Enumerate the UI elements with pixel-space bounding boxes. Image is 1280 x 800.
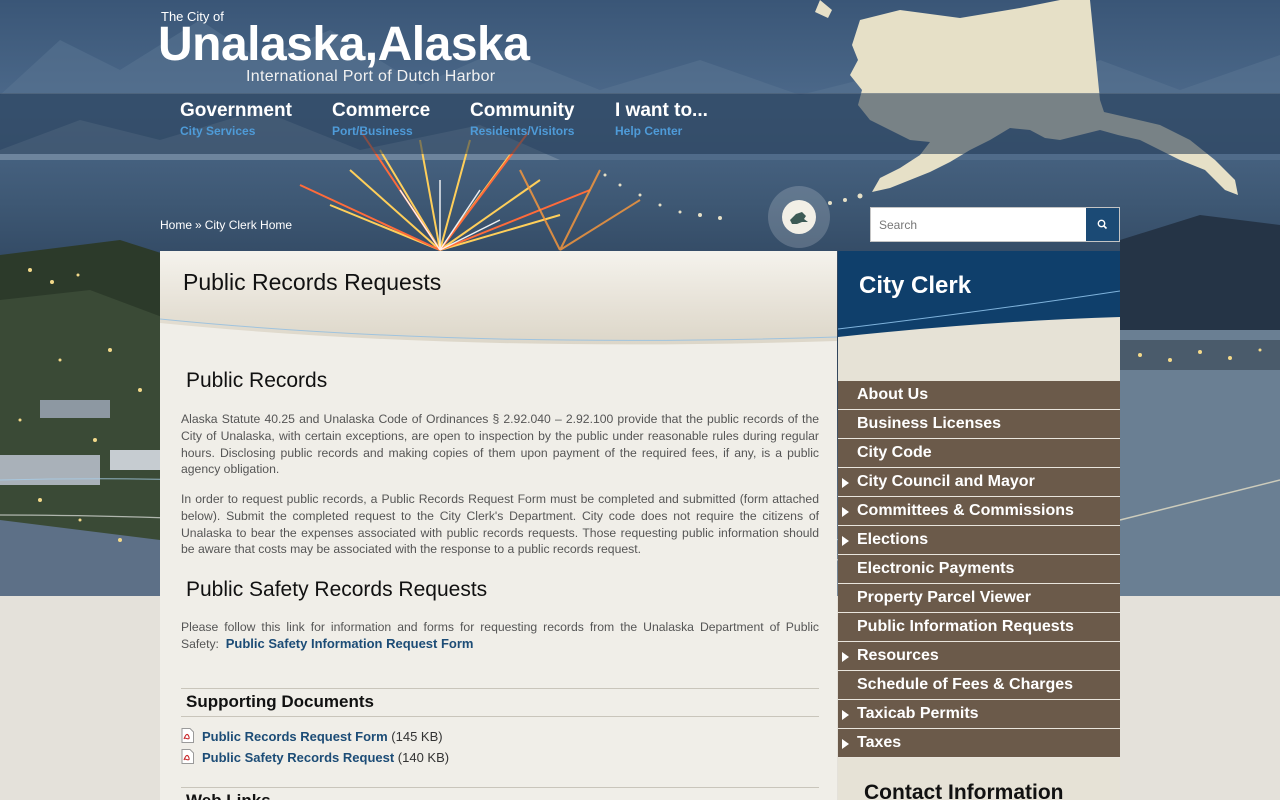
sidebar-item-label: City Code: [857, 444, 932, 461]
sidebar-item-label: Business Licenses: [857, 415, 1002, 432]
header-swoosh: [160, 318, 837, 345]
document-size: (145 KB): [391, 729, 443, 744]
breadcrumb-current-link[interactable]: City Clerk Home: [205, 218, 292, 232]
public-safety-paragraph: Please follow this link for information …: [181, 619, 819, 653]
web-links-title: Web Links: [186, 791, 271, 800]
sidebar-item-resources[interactable]: Resources: [838, 642, 1120, 671]
sidebar-item-about-us[interactable]: About Us: [838, 381, 1120, 410]
nav-sublabel: Residents/Visitors: [470, 124, 575, 138]
nav-label: Community: [470, 100, 575, 121]
sidebar-item-business-licenses[interactable]: Business Licenses: [838, 410, 1120, 439]
supporting-documents-title: Supporting Documents: [186, 692, 374, 711]
nav-label: I want to...: [615, 100, 708, 121]
divider: [181, 716, 819, 717]
main-content: Public Records Requests Public Records A…: [160, 251, 837, 800]
expand-arrow-icon[interactable]: [842, 478, 849, 488]
nav-sublabel: City Services: [180, 124, 256, 138]
divider: [181, 787, 819, 788]
page-header: Public Records Requests: [160, 251, 837, 345]
document-link[interactable]: Public Safety Records Request: [202, 750, 394, 765]
document-row: Public Safety Records Request (140 KB): [181, 749, 449, 765]
nav-i-want-to[interactable]: I want to... Help Center: [615, 100, 708, 138]
sidebar-item-label: Taxicab Permits: [857, 705, 979, 722]
nav-label: Commerce: [332, 100, 431, 121]
section-title-public-records: Public Records: [186, 369, 328, 392]
expand-arrow-icon[interactable]: [842, 739, 849, 749]
sidebar-item-taxes[interactable]: Taxes: [838, 729, 1120, 758]
alaska-map-icon: [782, 200, 816, 234]
sidebar-item-city-code[interactable]: City Code: [838, 439, 1120, 468]
public-records-paragraph-2: In order to request public records, a Pu…: [181, 492, 819, 557]
expand-arrow-icon[interactable]: [842, 536, 849, 546]
breadcrumb: Home» City Clerk Home: [160, 218, 292, 232]
document-link[interactable]: Public Records Request Form: [202, 729, 388, 744]
sidebar-item-label: Property Parcel Viewer: [857, 589, 1032, 606]
expand-arrow-icon[interactable]: [842, 652, 849, 662]
nav-sublabel: Help Center: [615, 124, 683, 138]
sidebar-header: City Clerk: [838, 251, 1120, 381]
breadcrumb-separator: »: [195, 218, 202, 232]
public-records-paragraph-1: Alaska Statute 40.25 and Unalaska Code o…: [181, 412, 819, 477]
sidebar-item-label: Public Information Requests: [857, 618, 1074, 635]
section-title-public-safety: Public Safety Records Requests: [186, 578, 488, 601]
pdf-icon: [181, 749, 194, 764]
contact-information-title: Contact Information: [864, 781, 1064, 800]
sidebar-title: City Clerk: [859, 272, 972, 299]
sidebar: City Clerk About Us Business Licenses City…: [838, 251, 1120, 800]
sidebar-item-label: City Council and Mayor: [857, 473, 1035, 490]
nav-commerce[interactable]: Commerce Port/Business: [332, 100, 430, 138]
document-row: Public Records Request Form (145 KB): [181, 728, 443, 744]
site-tagline: International Port of Dutch Harbor: [246, 68, 496, 85]
nav-community[interactable]: Community Residents/Visitors: [470, 100, 575, 138]
search-form: [870, 207, 1120, 242]
sidebar-item-public-information-requests[interactable]: Public Information Requests: [838, 613, 1120, 642]
site-logo-title[interactable]: Unalaska,Alaska: [158, 17, 530, 72]
expand-arrow-icon[interactable]: [842, 507, 849, 517]
nav-sublabel: Port/Business: [332, 124, 413, 138]
sidebar-item-label: Committees & Commissions: [857, 502, 1074, 519]
breadcrumb-home-link[interactable]: Home: [160, 218, 192, 232]
page-title: Public Records Requests: [183, 269, 442, 295]
document-size: (140 KB): [397, 750, 450, 765]
sidebar-item-label: Resources: [857, 647, 939, 664]
sidebar-item-label: About Us: [857, 386, 929, 403]
sidebar-item-label: Elections: [857, 531, 929, 548]
sidebar-item-label: Taxes: [857, 734, 902, 751]
search-icon: [1097, 219, 1108, 230]
nav-label: Government: [180, 100, 292, 121]
sidebar-item-schedule-of-fees-charges[interactable]: Schedule of Fees & Charges: [838, 671, 1120, 700]
public-safety-form-link[interactable]: Public Safety Information Request Form: [226, 636, 474, 651]
sidebar-header-swoosh: [838, 251, 1120, 381]
expand-arrow-icon[interactable]: [842, 710, 849, 720]
sidebar-item-label: Schedule of Fees & Charges: [857, 676, 1074, 693]
nav-government[interactable]: Government City Services: [180, 100, 292, 138]
sidebar-item-electronic-payments[interactable]: Electronic Payments: [838, 555, 1120, 584]
search-input[interactable]: [871, 208, 1087, 241]
sidebar-menu: About Us Business Licenses City Code City C…: [838, 381, 1120, 758]
sidebar-item-elections[interactable]: Elections: [838, 526, 1120, 555]
sidebar-item-taxicab-permits[interactable]: Taxicab Permits: [838, 700, 1120, 729]
search-button[interactable]: [1086, 208, 1119, 241]
sidebar-item-committees-commissions[interactable]: Committees & Commissions: [838, 497, 1120, 526]
divider: [181, 688, 819, 689]
sidebar-item-property-parcel-viewer[interactable]: Property Parcel Viewer: [838, 584, 1120, 613]
pdf-icon: [181, 728, 194, 743]
sidebar-item-city-council-and-mayor[interactable]: City Council and Mayor: [838, 468, 1120, 497]
sidebar-item-label: Electronic Payments: [857, 560, 1015, 577]
